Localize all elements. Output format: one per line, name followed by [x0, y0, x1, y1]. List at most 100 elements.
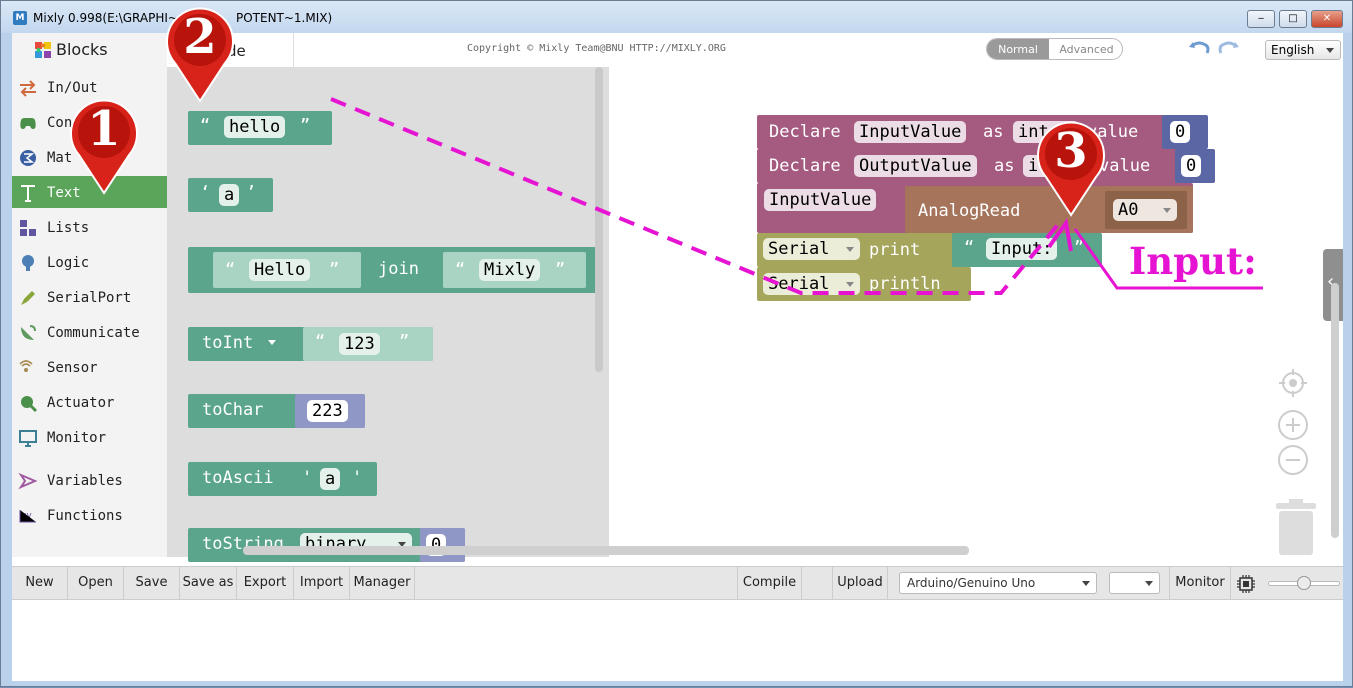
number-value[interactable]: 0 [1181, 155, 1202, 177]
maximize-button[interactable]: □ [1279, 10, 1307, 28]
category-label: Functions [47, 508, 123, 524]
zoom-slider[interactable] [1268, 576, 1340, 590]
serial-println-block[interactable]: Serial println [757, 267, 971, 301]
number-block[interactable]: 0 [1175, 149, 1215, 183]
chip-icon[interactable] [1236, 574, 1256, 594]
board-select[interactable]: Arduino/Genuino Uno [899, 572, 1097, 594]
variable-name[interactable]: InputValue [854, 121, 967, 143]
gamepad-icon [20, 118, 36, 129]
tochar-block[interactable]: toChar 223 [188, 394, 365, 428]
export-button[interactable]: Export [237, 567, 294, 600]
variable-name[interactable]: InputValue [764, 189, 877, 211]
chevron-down-icon [1145, 581, 1153, 586]
workspace-hscrollbar[interactable] [243, 546, 969, 555]
category-actuator[interactable]: Actuator [12, 386, 167, 418]
redo-icon[interactable] [1217, 38, 1241, 58]
text-value[interactable]: Hello [249, 259, 311, 281]
port-select[interactable] [1109, 572, 1160, 594]
chevron-down-icon [846, 247, 854, 252]
number-block[interactable]: 0 [1162, 115, 1208, 149]
output-console[interactable] [12, 599, 1343, 681]
println-label: println [869, 274, 941, 294]
zoom-in-icon[interactable] [1277, 409, 1309, 441]
category-sensor[interactable]: Sensor [12, 351, 167, 383]
mode-toggle[interactable]: Normal Advanced [986, 38, 1123, 60]
single-quote-open-icon: ' [302, 468, 313, 488]
open-button[interactable]: Open [68, 567, 124, 600]
language-select[interactable]: English [1265, 40, 1341, 60]
center-target-icon[interactable] [1277, 367, 1309, 399]
pin-block[interactable]: A0 [1105, 191, 1187, 229]
serial-dropdown[interactable]: Serial [763, 238, 860, 260]
tab-blocks-label: Blocks [56, 40, 108, 59]
number-block[interactable]: 0 [420, 528, 465, 562]
block-workspace[interactable]: Declare InputValue as int value 0 Declar… [609, 67, 1343, 557]
board-value: Arduino/Genuino Uno [907, 576, 1036, 590]
number-value[interactable]: 0 [1170, 121, 1191, 143]
toascii-label: toAscii [202, 468, 274, 488]
category-functions[interactable]: xy Functions [12, 499, 167, 531]
app-content: Blocks de Copyright © Mixly Team@BNU HTT… [12, 33, 1343, 681]
flyout-scrollbar[interactable] [595, 67, 603, 372]
text-block-hello-left[interactable]: “ Hello ” [213, 252, 361, 288]
zoom-slider-thumb[interactable] [1297, 576, 1311, 590]
declare-block-input[interactable]: Declare InputValue as int value 0 [757, 115, 1208, 149]
minimize-button[interactable]: ‒ [1247, 10, 1275, 28]
undo-icon[interactable] [1187, 38, 1211, 58]
text-icon [21, 185, 35, 202]
category-communicate[interactable]: Communicate [12, 316, 167, 348]
declare-block-output[interactable]: Declare OutputValue as i value 0 [757, 149, 1215, 183]
char-value[interactable]: a [219, 184, 240, 206]
declare-keyword: Declare [769, 156, 841, 176]
mode-normal-button[interactable]: Normal [987, 39, 1049, 59]
toascii-block[interactable]: toAscii ' a ' [188, 462, 377, 496]
single-quote-close-icon: ’ [246, 183, 257, 203]
serial-print-block[interactable]: Serial print “ Input: ” [757, 233, 1102, 267]
char-block[interactable]: ‘ a ’ [188, 178, 273, 212]
category-label: Sensor [47, 360, 98, 376]
category-logic[interactable]: Logic [12, 246, 167, 278]
char-value[interactable]: a [320, 468, 341, 490]
category-label: Actuator [47, 395, 115, 411]
trash-icon[interactable] [1274, 499, 1318, 557]
new-button[interactable]: New [12, 567, 68, 600]
upload-button[interactable]: Upload [833, 567, 888, 600]
category-serialport[interactable]: SerialPort [12, 281, 167, 313]
text-value[interactable]: 123 [339, 333, 380, 355]
manager-button[interactable]: Manager [350, 567, 415, 600]
number-value[interactable]: 223 [307, 400, 348, 422]
chevron-down-icon [1082, 581, 1090, 586]
number-block[interactable]: 223 [295, 394, 365, 428]
save-as-button[interactable]: Save as [180, 567, 237, 600]
zoom-out-icon[interactable] [1277, 444, 1309, 476]
tab-blocks[interactable]: Blocks [12, 33, 167, 67]
text-value[interactable]: hello [224, 116, 286, 138]
monitor-button[interactable]: Monitor [1169, 567, 1231, 600]
variable-name[interactable]: OutputValue [854, 155, 977, 177]
category-variables[interactable]: Variables [12, 464, 167, 496]
compile-button[interactable]: Compile [737, 567, 802, 600]
text-block-hello[interactable]: “ hello ” [188, 111, 332, 145]
import-button[interactable]: Import [294, 567, 350, 600]
text-block-number[interactable]: “ 123 ” [303, 327, 433, 361]
toint-label[interactable]: toInt [202, 333, 253, 353]
text-block-input[interactable]: “ Input: ” [952, 233, 1102, 267]
text-value[interactable]: Mixly [479, 259, 541, 281]
workspace-vscrollbar[interactable] [1331, 283, 1339, 538]
close-button[interactable]: ✕ [1311, 10, 1343, 28]
pin-dropdown[interactable]: A0 [1113, 199, 1177, 221]
mode-advanced-button[interactable]: Advanced [1049, 39, 1122, 59]
serial-dropdown[interactable]: Serial [763, 273, 860, 295]
assign-block[interactable]: InputValue AnalogRead A0 [757, 183, 1193, 233]
category-monitor[interactable]: Monitor [12, 421, 167, 453]
category-label: Communicate [47, 325, 140, 341]
as-keyword: as [994, 156, 1015, 176]
text-value[interactable]: Input: [986, 238, 1058, 260]
pin-value: A0 [1118, 200, 1139, 220]
save-button[interactable]: Save [124, 567, 180, 600]
tostring-block[interactable]: toString binary 0 [188, 528, 465, 562]
text-join-block[interactable]: “ Hello ” join “ Mixly ” [188, 247, 601, 293]
toint-block[interactable]: toInt “ 123 ” [188, 327, 433, 361]
text-block-mixly[interactable]: “ Mixly ” [443, 252, 586, 288]
category-lists[interactable]: Lists [12, 211, 167, 243]
